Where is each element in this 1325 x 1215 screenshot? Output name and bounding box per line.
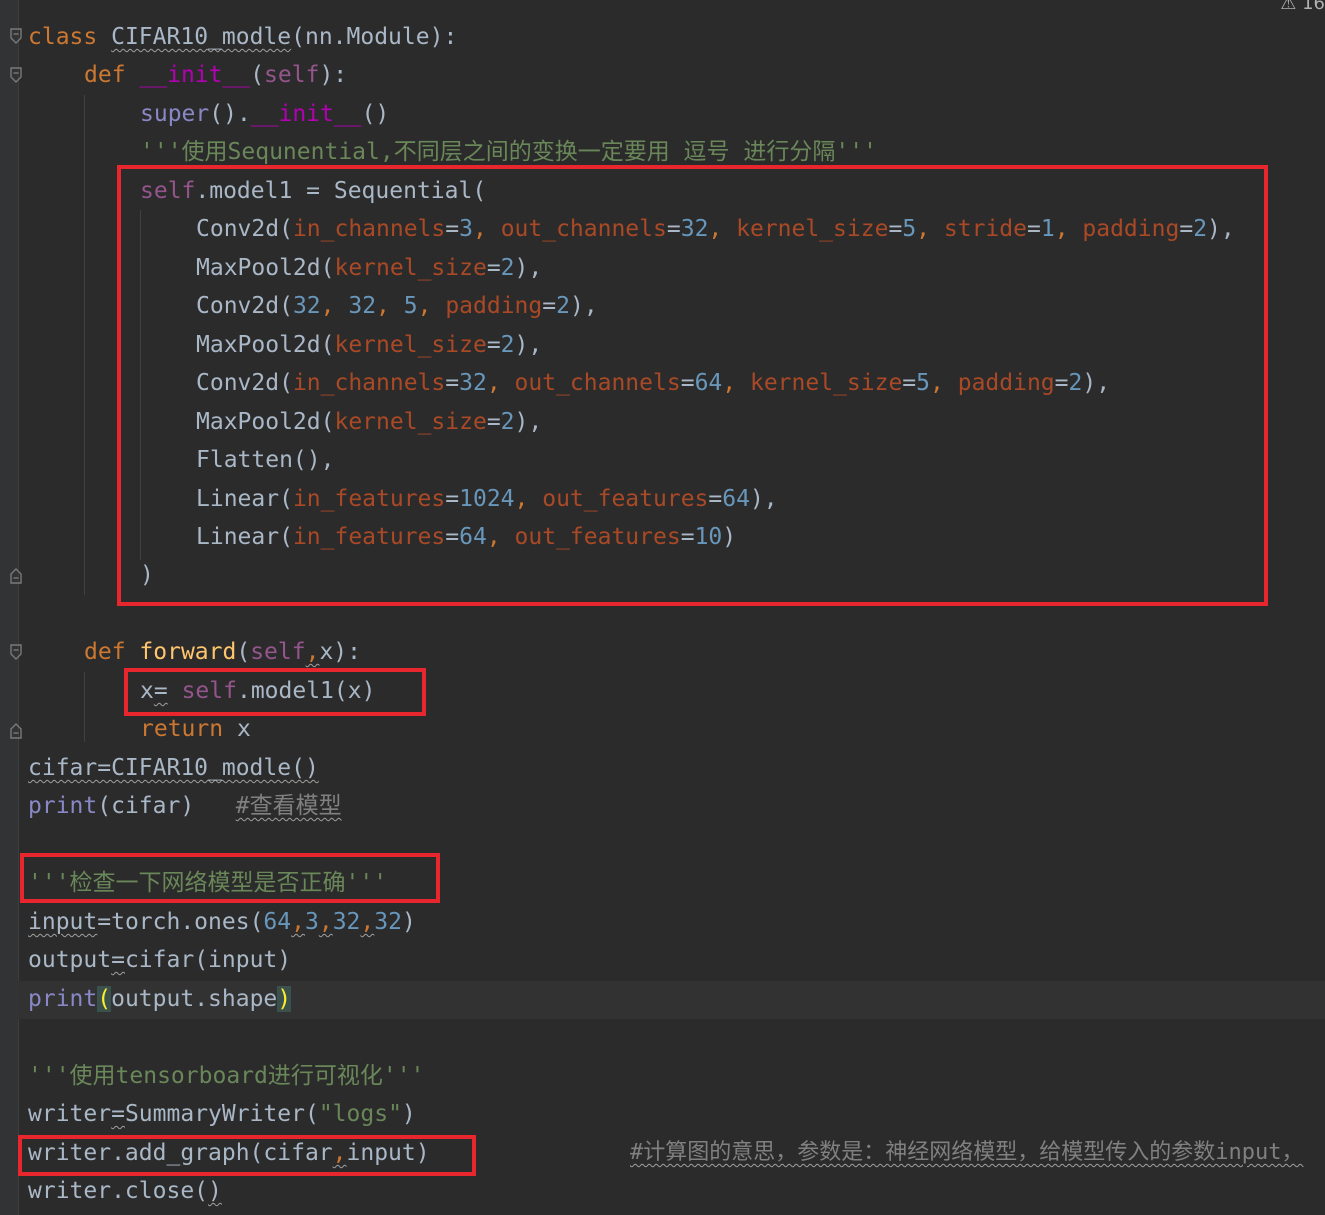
self-keyword: self (264, 62, 320, 88)
code-line-27-comment: #计算图的意思，参数是：神经网络模型，给模型传入的参数input， (630, 1134, 1303, 1172)
self-keyword: self (250, 639, 306, 665)
fold-marker-icon[interactable] (9, 28, 23, 44)
indent-guide (84, 672, 85, 742)
code-line-20: print(cifar) #查看模型 (28, 793, 342, 819)
brace-match: ) (277, 986, 292, 1012)
method-name: forward (139, 639, 237, 665)
highlight-box-check (20, 853, 440, 903)
builtin: super (140, 101, 210, 127)
warning-indicator[interactable]: ⚠ 16 (1280, 0, 1325, 14)
code-line-3: super().__init__() (140, 101, 390, 127)
code-line-23: output=cifar(input) (28, 947, 292, 973)
docstring: '''使用tensorboard进行可视化''' (28, 1063, 425, 1089)
method-name: __init__ (250, 101, 362, 127)
builtin: print (28, 793, 98, 819)
keyword: return (140, 716, 224, 742)
keyword: class (28, 24, 98, 50)
brace-match: ( (97, 986, 112, 1012)
code-line-28: writer.close() (28, 1178, 222, 1204)
code-line-1: class CIFAR10_modle(nn.Module): (28, 18, 457, 56)
code-line-16: def forward(self,x): (84, 639, 361, 665)
code-line-25: '''使用tensorboard进行可视化''' (28, 1057, 424, 1095)
fold-end-icon[interactable] (9, 721, 23, 739)
comment: #查看模型 (235, 793, 342, 819)
editor-gutter (0, 0, 19, 1215)
comment: #计算图的意思，参数是：神经网络模型，给模型传入的参数input， (630, 1140, 1304, 1165)
method-name: __init__ (139, 62, 251, 88)
keyword: def (84, 639, 126, 665)
highlight-box-add-graph (18, 1135, 476, 1176)
code-line-26: writer=SummaryWriter("logs") (28, 1101, 416, 1127)
keyword: def (84, 62, 126, 88)
docstring: '''使用Sequnential,不同层之间的变换一定要用 逗号 进行分隔''' (140, 139, 877, 165)
code-line-24: print(output.shape) (28, 986, 292, 1012)
indent-guide (84, 95, 85, 595)
class-name: CIFAR10_modle (111, 24, 292, 50)
fold-end-icon[interactable] (9, 566, 23, 584)
fold-marker-icon[interactable] (9, 644, 23, 660)
code-line-19: cifar=CIFAR10_modle() (28, 755, 319, 781)
builtin: print (28, 986, 98, 1012)
code-line-2: def __init__(self): (84, 62, 348, 88)
fold-marker-icon[interactable] (9, 67, 23, 83)
code-text: (nn.Module): (291, 24, 458, 50)
highlight-box-sequential (117, 165, 1268, 606)
code-line-22: input=torch.ones(64,3,32,32) (28, 909, 416, 935)
highlight-box-forward (124, 668, 426, 716)
warning-icon: ⚠ (1280, 0, 1297, 14)
